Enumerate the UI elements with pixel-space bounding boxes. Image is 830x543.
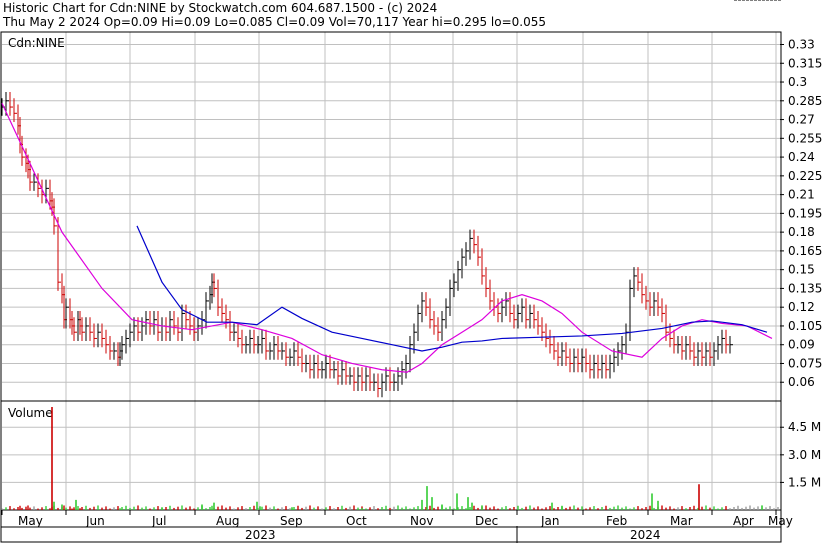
price-panel-title: Cdn:NINE [8,36,65,50]
price-tick-label: 0.12 [788,300,815,314]
x-year-label: 2023 [245,528,276,542]
price-tick-label: 0.15 [788,263,815,277]
x-month-label: Apr [733,514,754,528]
x-month-label: May [768,514,793,528]
price-tick-label: 0.195 [788,206,822,220]
price-tick-label: 0.24 [788,150,815,164]
x-month-label: Dec [475,514,498,528]
price-tick-label: 0.3 [788,75,807,89]
x-month-label: Sep [280,514,303,528]
stock-chart: Cdn:NINE Volume 0.33 0.315 0.3 0.285 0.27 0.2… [0,0,822,543]
price-tick-label: 0.075 [788,356,822,370]
volume-panel-frame [0,400,782,511]
volume-axis-ticks: 4.5 M 3.0 M 1.5 M [780,420,821,489]
grid-lines [2,32,780,510]
price-tick-label: 0.21 [788,188,815,202]
x-year-label: 2024 [630,528,661,542]
price-tick-label: 0.285 [788,94,822,108]
moving-average-short [1,103,773,373]
price-tick-label: 0.33 [788,38,815,52]
x-month-label: Feb [606,514,627,528]
x-axis-ticks: May Jun Jul Aug Sep Oct Nov Dec Jan Feb Mar Apr May 2… [1,510,793,543]
price-axis-ticks: 0.33 0.315 0.3 0.285 0.27 0.255 0.24 0.225 0.21 0… [780,38,822,389]
volume-tick-label: 1.5 M [788,475,821,489]
price-tick-label: 0.105 [788,319,822,333]
price-tick-label: 0.255 [788,131,822,145]
x-month-label: Nov [410,514,433,528]
x-axis-frame [0,509,782,543]
price-tick-label: 0.09 [788,338,815,352]
price-tick-label: 0.315 [788,56,822,70]
volume-tick-label: 4.5 M [788,420,821,434]
price-tick-label: 0.06 [788,375,815,389]
price-tick-label: 0.135 [788,281,822,295]
x-month-label: Jul [151,514,166,528]
price-tick-label: 0.165 [788,244,822,258]
x-month-label: May [18,514,43,528]
volume-panel-title: Volume [8,406,53,420]
price-tick-label: 0.225 [788,169,822,183]
x-month-label: Jan [540,514,560,528]
price-tick-label: 0.18 [788,225,815,239]
volume-tick-label: 3.0 M [788,448,821,462]
x-month-label: Oct [346,514,367,528]
x-month-label: Jun [85,514,105,528]
price-tick-label: 0.27 [788,113,815,127]
x-month-label: Aug [216,514,239,528]
x-month-label: Mar [670,514,693,528]
